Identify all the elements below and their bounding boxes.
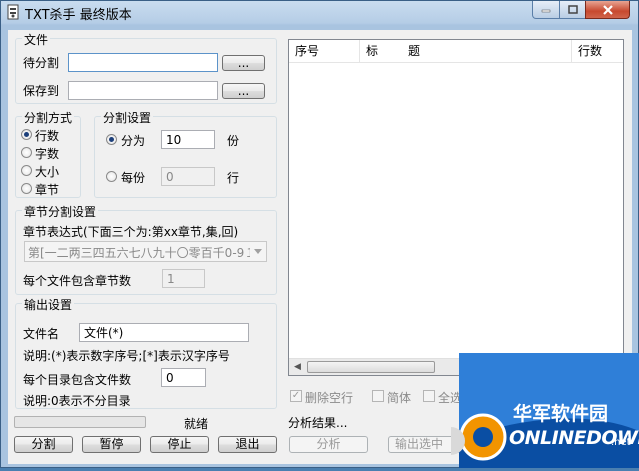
- simplified-checkbox[interactable]: [372, 390, 384, 402]
- remove-blank-checkbox[interactable]: ✓: [290, 390, 302, 402]
- pause-button[interactable]: 暂停: [82, 436, 141, 453]
- chapter-count-label: 每个文件包含章节数: [23, 274, 132, 288]
- mode-size-radio[interactable]: [21, 165, 32, 176]
- save-to-input[interactable]: [68, 81, 218, 100]
- divide-unit-label: 份: [227, 134, 240, 148]
- browse-split-button[interactable]: ...: [222, 55, 265, 71]
- files-per-dir-input[interactable]: [161, 368, 206, 387]
- files-per-dir-label: 每个目录包含文件数: [23, 373, 132, 387]
- chapter-expr-value: 第[一二两三四五六七八九十〇零百千0-9１: [28, 246, 257, 260]
- app-icon: [5, 4, 21, 20]
- mode-lines-label[interactable]: 行数: [35, 127, 59, 144]
- chapter-count-input[interactable]: [162, 269, 205, 288]
- col-index[interactable]: 序号: [289, 40, 360, 62]
- progress-bar: [14, 416, 146, 428]
- watermark-logo: 华军软件园 ONLINEDOWN .net: [437, 353, 639, 468]
- split-file-label: 待分割: [23, 56, 60, 70]
- col-lines[interactable]: 行数: [572, 40, 624, 62]
- filename-hint: 说明:(*)表示数字序号;[*]表示汉字序号: [23, 349, 230, 363]
- col-title-b[interactable]: 题: [402, 40, 572, 62]
- chapter-settings-group: 章节分割设置 章节表达式(下面三个为:第xx章节,集,回) 第[一二两三四五六七…: [15, 203, 277, 295]
- browse-save-button[interactable]: ...: [222, 83, 265, 99]
- chevron-down-icon[interactable]: [250, 242, 266, 261]
- window-title: TXT杀手 最终版本: [25, 8, 132, 23]
- col-title-a[interactable]: 标: [360, 40, 402, 62]
- split-settings-group: 分割设置 分为 份 每份 行: [94, 109, 277, 198]
- output-settings-title: 输出设置: [22, 296, 75, 313]
- file-group-title: 文件: [22, 31, 51, 48]
- mode-chapter-label[interactable]: 章节: [35, 181, 59, 198]
- watermark-cn-text: 华军软件园: [513, 403, 609, 425]
- scroll-thumb[interactable]: [307, 361, 435, 373]
- file-group: 文件 待分割 ... 保存到 ...: [15, 31, 277, 104]
- divide-into-radio[interactable]: [106, 134, 117, 145]
- chapter-settings-title: 章节分割设置: [22, 203, 99, 220]
- status-text: 就绪: [184, 417, 209, 431]
- stop-button[interactable]: 停止: [150, 436, 209, 453]
- divide-into-label[interactable]: 分为: [121, 132, 145, 149]
- each-part-unit-label: 行: [227, 171, 240, 185]
- split-mode-title: 分割方式: [22, 109, 75, 126]
- chapter-expr-select[interactable]: 第[一二两三四五六七八九十〇零百千0-9１: [24, 241, 267, 262]
- mode-size-label[interactable]: 大小: [35, 163, 59, 180]
- mode-chars-label[interactable]: 字数: [35, 145, 59, 162]
- each-part-input[interactable]: [161, 167, 215, 186]
- list-header: 序号 标 题 行数: [289, 40, 623, 63]
- minimize-icon: [541, 9, 551, 12]
- analysis-result-label: 分析结果...: [288, 416, 348, 430]
- filename-input[interactable]: [79, 323, 249, 342]
- split-button[interactable]: 分割: [14, 436, 73, 453]
- each-part-label[interactable]: 每份: [121, 169, 145, 186]
- close-icon: [602, 4, 613, 15]
- save-to-label: 保存到: [23, 84, 60, 98]
- maximize-button[interactable]: [559, 1, 586, 19]
- watermark-suffix: .net: [611, 437, 631, 448]
- title-bar[interactable]: TXT杀手 最终版本: [1, 1, 638, 25]
- output-settings-group: 输出设置 文件名 说明:(*)表示数字序号;[*]表示汉字序号 每个目录包含文件…: [15, 296, 277, 409]
- select-all-checkbox[interactable]: [423, 390, 435, 402]
- filename-label: 文件名: [23, 327, 60, 341]
- split-settings-title: 分割设置: [101, 109, 154, 126]
- split-mode-group: 分割方式 行数 字数 大小 章节: [15, 109, 81, 198]
- simplified-label[interactable]: 简体: [387, 389, 411, 406]
- each-part-radio[interactable]: [106, 171, 117, 182]
- chapter-list[interactable]: 序号 标 题 行数 ◀ ▶: [288, 39, 624, 376]
- mode-chars-radio[interactable]: [21, 147, 32, 158]
- minimize-button[interactable]: [532, 1, 560, 19]
- divide-count-input[interactable]: [161, 130, 215, 149]
- scroll-left-icon[interactable]: ◀: [289, 359, 306, 375]
- close-button[interactable]: [585, 1, 630, 19]
- remove-blank-label[interactable]: 删除空行: [305, 389, 353, 406]
- analyze-button[interactable]: 分析: [289, 436, 368, 453]
- exit-button[interactable]: 退出: [218, 436, 277, 453]
- chapter-expr-label: 章节表达式(下面三个为:第xx章节,集,回): [23, 225, 239, 239]
- mode-chapter-radio[interactable]: [21, 183, 32, 194]
- mode-lines-radio[interactable]: [21, 129, 32, 140]
- dir-hint: 说明:0表示不分目录: [23, 394, 131, 408]
- split-file-input[interactable]: [68, 53, 218, 72]
- maximize-icon: [567, 5, 578, 14]
